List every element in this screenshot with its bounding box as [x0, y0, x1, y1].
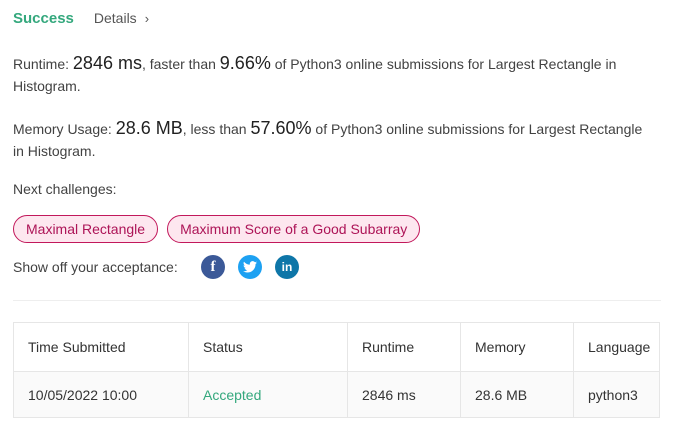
facebook-icon[interactable]: f	[201, 255, 225, 279]
runtime-label: Runtime:	[13, 56, 70, 72]
next-challenges-label: Next challenges:	[13, 181, 117, 197]
challenge-chip-maximal-rectangle[interactable]: Maximal Rectangle	[13, 215, 159, 243]
runtime-percent: 9.66%	[219, 53, 271, 73]
challenge-chip-maximum-score[interactable]: Maximum Score of a Good Subarray	[167, 215, 421, 243]
status-title: Success	[13, 10, 74, 27]
details-label: Details	[93, 10, 137, 26]
cell-time-submitted: 10/05/2022 10:00	[13, 371, 189, 418]
memory-percent: 57.60%	[250, 118, 312, 138]
col-runtime: Runtime	[347, 322, 461, 372]
col-status: Status	[188, 322, 348, 372]
chevron-right-icon: ›	[144, 10, 150, 26]
share-row: Show off your acceptance: f in	[13, 255, 312, 279]
col-memory: Memory	[460, 322, 574, 372]
memory-value: 28.6 MB	[115, 118, 183, 138]
memory-label: Memory Usage:	[13, 121, 112, 137]
col-time-submitted: Time Submitted	[13, 322, 189, 372]
memory-summary: Memory Usage: 28.6 MB, less than 57.60% …	[13, 117, 645, 162]
status-accepted-link[interactable]: Accepted	[203, 387, 261, 403]
next-challenges-list: Maximal Rectangle Maximum Score of a Goo…	[13, 215, 421, 243]
linkedin-icon[interactable]: in	[275, 255, 299, 279]
twitter-bird-glyph	[243, 261, 257, 273]
cell-memory: 28.6 MB	[460, 371, 574, 418]
cell-runtime: 2846 ms	[347, 371, 461, 418]
cell-language: python3	[573, 371, 660, 418]
share-label: Show off your acceptance:	[13, 259, 178, 275]
table-row: 10/05/2022 10:00 Accepted 2846 ms 28.6 M…	[13, 371, 660, 418]
runtime-compare: , faster than	[141, 56, 216, 72]
col-language: Language	[573, 322, 660, 372]
table-header-row: Time Submitted Status Runtime Memory Lan…	[13, 322, 660, 372]
runtime-summary: Runtime: 2846 ms, faster than 9.66% of P…	[13, 52, 645, 97]
details-link[interactable]: Details ›	[94, 10, 149, 26]
submissions-table: Time Submitted Status Runtime Memory Lan…	[13, 322, 660, 418]
runtime-value: 2846 ms	[72, 53, 142, 73]
cell-status: Accepted	[188, 371, 348, 418]
result-header: Success Details ›	[13, 10, 149, 27]
twitter-icon[interactable]	[238, 255, 262, 279]
section-divider	[13, 300, 661, 301]
memory-compare: , less than	[182, 121, 247, 137]
